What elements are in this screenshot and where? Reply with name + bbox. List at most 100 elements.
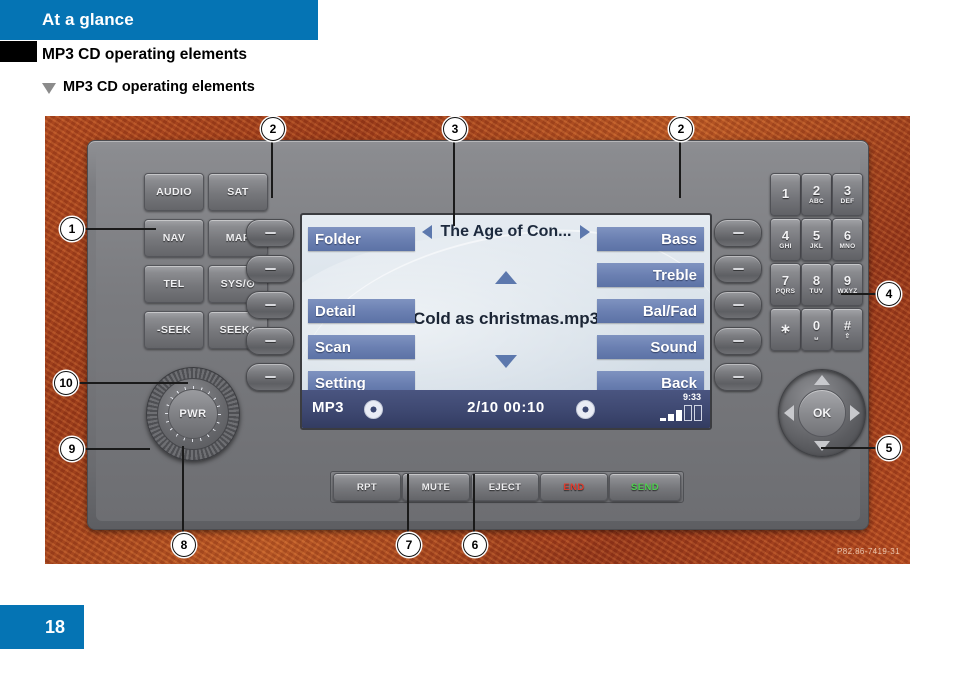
dash-icon: [732, 304, 744, 306]
softkey-folder[interactable]: [246, 219, 294, 247]
arrow-down-icon[interactable]: [814, 441, 830, 451]
menu-item-detail[interactable]: Detail: [308, 299, 415, 323]
end-call-button[interactable]: END: [540, 473, 608, 501]
scroll-down-icon[interactable]: [495, 355, 517, 368]
keypad-6[interactable]: 6 MNO: [832, 218, 863, 261]
softkey-sound[interactable]: [714, 327, 762, 355]
send-call-button[interactable]: SEND: [609, 473, 681, 501]
keypad-digit: 2: [812, 182, 821, 198]
triangle-right-icon[interactable]: [580, 225, 591, 239]
dash-icon: [732, 376, 744, 378]
softkey-back[interactable]: [714, 363, 762, 391]
menu-item-scan[interactable]: Scan: [308, 335, 415, 359]
keypad-digit: 6: [843, 227, 852, 243]
keypad-letters: PQRS: [775, 287, 796, 295]
callout-7: 7: [397, 533, 421, 557]
figure-mp3-cd-operating-elements: P82.86-7419-31 AUDIO SAT NAV MAP TEL SYS…: [45, 116, 910, 564]
keypad-4[interactable]: 4 GHI: [770, 218, 801, 261]
keypad-letters: DEF: [840, 197, 855, 205]
numeric-keypad: 1 2 ABC 3 DEF 4 GHI 5 JKL 6 MNO 7 PQRS 8 TUV 9W…: [770, 173, 863, 351]
keypad-letters: ␣: [814, 332, 819, 340]
left-softkey-column: [246, 141, 294, 529]
softkey-bass[interactable]: [714, 219, 762, 247]
navigation-ok-pad[interactable]: OK: [778, 369, 866, 457]
softkey-detail[interactable]: [246, 291, 294, 319]
softkey-setting[interactable]: [246, 363, 294, 391]
menu-item-bass[interactable]: Bass: [597, 227, 704, 251]
keypad-2[interactable]: 2 ABC: [801, 173, 832, 216]
leader-line: [473, 474, 475, 534]
keypad-digit: 4: [781, 227, 790, 243]
page-title: MP3 CD operating elements: [42, 46, 247, 63]
scroll-up-icon[interactable]: [495, 271, 517, 284]
disc-icon: [576, 400, 595, 419]
keypad-digit: 8: [812, 272, 821, 288]
dash-icon: [732, 340, 744, 342]
status-source-label: MP3: [312, 399, 344, 416]
callout-1: 1: [60, 217, 84, 241]
radio-head-unit: AUDIO SAT NAV MAP TEL SYS/⊙ -SEEK SEEK+: [87, 140, 869, 530]
leader-line: [76, 448, 150, 450]
eject-button[interactable]: EJECT: [471, 473, 539, 501]
leader-line: [407, 474, 409, 534]
seek-back-button[interactable]: -SEEK: [144, 311, 204, 349]
bottom-key-row: RPT MUTE EJECT END SEND: [330, 471, 684, 503]
softkey-scan[interactable]: [246, 327, 294, 355]
keypad-hash[interactable]: # ⇧: [832, 308, 863, 351]
softkey-treble[interactable]: [714, 255, 762, 283]
ok-button[interactable]: OK: [798, 389, 846, 437]
menu-item-treble[interactable]: Treble: [597, 263, 704, 287]
keypad-letters: ⇧: [844, 332, 851, 340]
disc-icon: [364, 400, 383, 419]
leader-line: [76, 382, 188, 384]
keypad-digit: ∗: [780, 321, 791, 336]
keypad-digit: 7: [781, 272, 790, 288]
keypad-7[interactable]: 7 PQRS: [770, 263, 801, 306]
section-heading: MP3 CD operating elements: [42, 79, 255, 95]
keypad-5[interactable]: 5 JKL: [801, 218, 832, 261]
leader-line: [76, 228, 156, 230]
leader-line: [453, 130, 455, 226]
keypad-letters: MNO: [839, 242, 856, 250]
keypad-3[interactable]: 3 DEF: [832, 173, 863, 216]
section-heading-label: MP3 CD operating elements: [63, 79, 255, 95]
power-button-label[interactable]: PWR: [168, 389, 218, 439]
triangle-left-icon[interactable]: [421, 225, 432, 239]
callout-2a: 2: [261, 117, 285, 141]
tel-button[interactable]: TEL: [144, 265, 204, 303]
display-album-title: The Age of Con...: [440, 223, 572, 240]
keypad-1[interactable]: 1: [770, 173, 801, 216]
dash-icon: [264, 376, 276, 378]
header-black-marker: [0, 41, 37, 62]
signal-bars-icon: [660, 405, 702, 421]
keypad-9[interactable]: 9 WXYZ: [832, 263, 863, 306]
softkey-blank[interactable]: [246, 255, 294, 283]
keypad-letters: GHI: [779, 242, 792, 250]
callout-9: 9: [60, 437, 84, 461]
keypad-letters: JKL: [809, 242, 824, 250]
leader-line: [182, 446, 184, 534]
keypad-0[interactable]: 0 ␣: [801, 308, 832, 351]
dash-icon: [732, 268, 744, 270]
keypad-digit: 9: [843, 272, 852, 288]
menu-item-sound[interactable]: Sound: [597, 335, 704, 359]
mute-button[interactable]: MUTE: [402, 473, 470, 501]
menu-item-folder[interactable]: Folder: [308, 227, 415, 251]
signal-bar: [694, 405, 702, 421]
dash-icon: [264, 304, 276, 306]
softkey-balfad[interactable]: [714, 291, 762, 319]
page-number-box: 18: [0, 605, 84, 649]
rpt-button[interactable]: RPT: [333, 473, 401, 501]
menu-item-balfad[interactable]: Bal/Fad: [597, 299, 704, 323]
signal-bar: [660, 418, 666, 421]
arrow-left-icon[interactable]: [784, 405, 794, 421]
keypad-star[interactable]: ∗: [770, 308, 801, 351]
arrow-up-icon[interactable]: [814, 375, 830, 385]
keypad-8[interactable]: 8 TUV: [801, 263, 832, 306]
keypad-digit: 1: [781, 186, 790, 201]
arrow-right-icon[interactable]: [850, 405, 860, 421]
nav-button[interactable]: NAV: [144, 219, 204, 257]
signal-bar: [676, 410, 682, 421]
signal-bar: [684, 405, 692, 421]
audio-button[interactable]: AUDIO: [144, 173, 204, 211]
